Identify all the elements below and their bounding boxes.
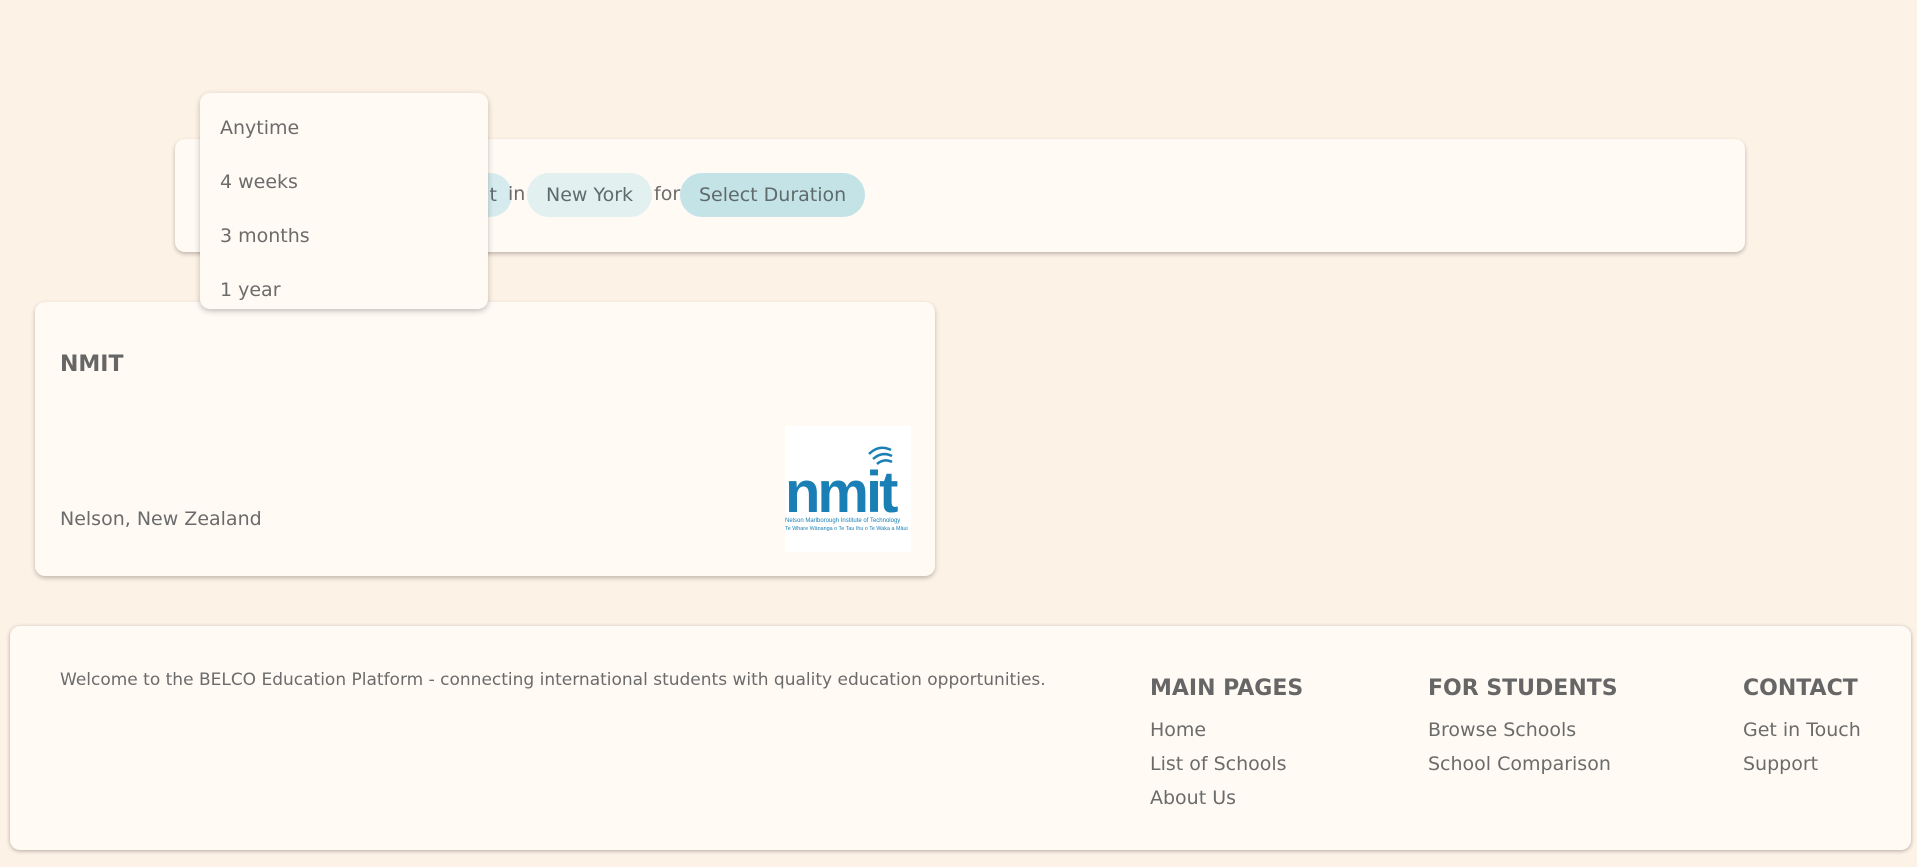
footer-main-pages: MAIN PAGES Home List of Schools About Us — [1150, 676, 1303, 815]
footer-tagline: Welcome to the BELCO Education Platform … — [60, 670, 1046, 690]
school-name: NMIT — [60, 352, 124, 377]
nmit-logo-graphic: nmit Nelson Marlborough Institute of Tec… — [785, 446, 908, 532]
logo-line-1: Nelson Marlborough Institute of Technolo… — [785, 518, 900, 524]
study-type-chip-label: t — [489, 184, 497, 206]
location-chip[interactable]: New York — [527, 173, 653, 217]
footer: Welcome to the BELCO Education Platform … — [10, 626, 1911, 850]
duration-option-1-year[interactable]: 1 year — [200, 263, 488, 317]
school-logo: nmit Nelson Marlborough Institute of Tec… — [785, 426, 911, 552]
connector-in: in — [508, 183, 526, 205]
footer-for-students-heading: FOR STUDENTS — [1428, 676, 1618, 701]
duration-dropdown: Anytime 4 weeks 3 months 1 year — [200, 93, 488, 309]
connector-for: for — [654, 183, 681, 205]
duration-option-4-weeks[interactable]: 4 weeks — [200, 155, 488, 209]
footer-contact-heading: CONTACT — [1743, 676, 1858, 701]
footer-contact: CONTACT Get in Touch Support — [1743, 676, 1861, 781]
footer-for-students: FOR STUDENTS Browse Schools School Compa… — [1428, 676, 1618, 781]
footer-link-list-of-schools[interactable]: List of Schools — [1150, 747, 1303, 781]
footer-link-browse-schools[interactable]: Browse Schools — [1428, 713, 1618, 747]
logo-wordmark: nmit — [785, 460, 898, 525]
footer-link-home[interactable]: Home — [1150, 713, 1303, 747]
duration-select-label: Select Duration — [699, 184, 847, 206]
duration-option-3-months[interactable]: 3 months — [200, 209, 488, 263]
footer-link-about-us[interactable]: About Us — [1150, 781, 1303, 815]
school-card[interactable]: NMIT Nelson, New Zealand nmit Nelson Mar… — [35, 302, 935, 576]
duration-option-anytime[interactable]: Anytime — [200, 101, 488, 155]
footer-main-pages-heading: MAIN PAGES — [1150, 676, 1304, 701]
duration-select-chip[interactable]: Select Duration — [680, 173, 866, 217]
footer-link-support[interactable]: Support — [1743, 747, 1861, 781]
footer-link-get-in-touch[interactable]: Get in Touch — [1743, 713, 1861, 747]
footer-link-school-comparison[interactable]: School Comparison — [1428, 747, 1618, 781]
logo-line-2: Te Whare Wānanga o Te Tau Ihu o Te Waka … — [785, 526, 908, 532]
location-chip-label: New York — [546, 184, 634, 206]
school-location: Nelson, New Zealand — [60, 508, 262, 530]
